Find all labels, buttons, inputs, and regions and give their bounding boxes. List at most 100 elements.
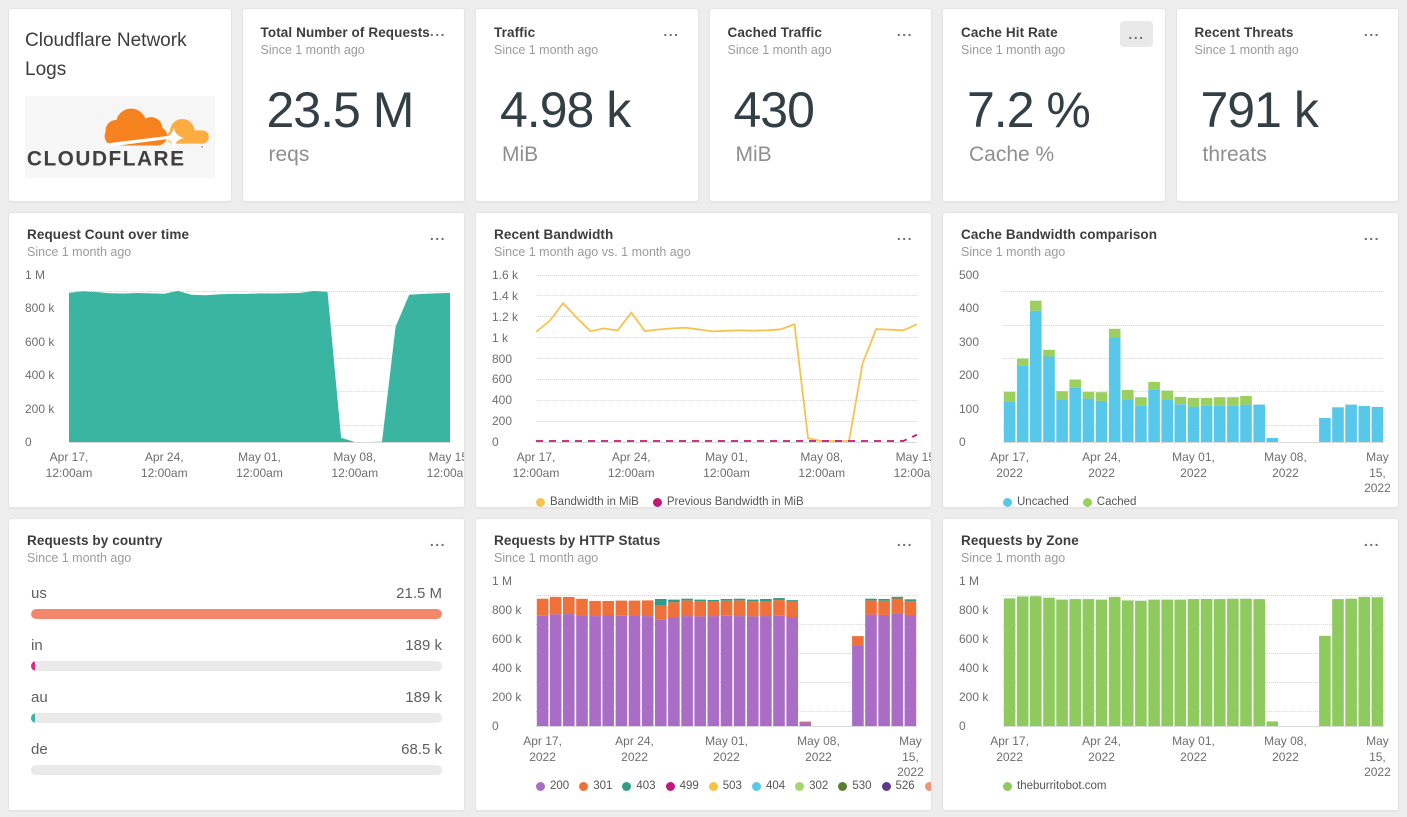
panel-menu-icon[interactable]: ... [657, 21, 685, 41]
legend-item[interactable]: 526 [881, 780, 915, 792]
panel-subtitle: Since 1 month ago vs. 1 month ago [494, 245, 691, 259]
bar-segment [720, 599, 733, 601]
panel-menu-icon[interactable]: ... [1358, 225, 1386, 245]
bar-segment [655, 599, 667, 606]
legend-item[interactable]: Cached [1082, 496, 1137, 508]
panel-menu-icon[interactable]: ... [424, 21, 452, 41]
country-value: 68.5 k [401, 741, 442, 758]
requests-by-http-status-chart[interactable]: 0 200 k 400 k 600 k 800 k1 M Apr 17, 2022 Apr … [490, 574, 924, 779]
y-tick-label: 800 k [25, 301, 55, 316]
bar-segment [707, 599, 720, 602]
panel-subtitle: Since 1 month ago [961, 245, 1066, 259]
legend-item[interactable]: 530 [838, 780, 872, 792]
legend-item[interactable]: 524 [924, 780, 931, 792]
stat-card-traffic: Traffic Since 1 month ago ... 4.98 k MiB [475, 8, 699, 202]
legend-item[interactable]: 200 [536, 780, 569, 792]
panel-menu-icon[interactable]: ... [1358, 21, 1386, 41]
bar-segment [628, 615, 641, 726]
bar-segment [747, 601, 759, 617]
panel-menu-icon[interactable]: ... [1358, 531, 1386, 551]
bar-segment [733, 616, 746, 726]
panel-subtitle: Since 1 month ago [27, 551, 132, 565]
stat-card-recent-threats: Recent Threats Since 1 month ago ... 791… [1175, 8, 1399, 202]
bar-segment [681, 598, 693, 601]
legend-dot-icon [536, 781, 545, 791]
x-tick-label: May 08, 12:00am [331, 450, 379, 480]
panel-title: Cache Bandwidth comparison [961, 227, 1158, 242]
bar-segment [1030, 310, 1042, 442]
dashboard: Cloudflare Network Logs CLOUDFLARE ' Tot… [0, 0, 1407, 817]
brand-card: Cloudflare Network Logs CLOUDFLARE ' [8, 8, 232, 202]
legend-item[interactable]: Previous Bandwidth in MiB [652, 496, 804, 508]
bar-segment [549, 614, 562, 726]
bar-segment [773, 598, 785, 601]
legend-label: Previous Bandwidth in MiB [666, 496, 804, 508]
legend-dot-icon [652, 497, 662, 507]
bar-segment [1200, 405, 1213, 442]
panel-title: Recent Bandwidth [494, 227, 614, 242]
bar-segment [1003, 391, 1016, 402]
legend-item[interactable]: 302 [795, 780, 828, 792]
panel-menu-icon[interactable]: ... [891, 531, 919, 551]
legend-item[interactable]: Uncached [1003, 496, 1069, 507]
country-label: au [31, 689, 48, 706]
panel-menu-icon[interactable]: ... [891, 21, 919, 41]
legend-item[interactable]: theburritobot.com [1003, 780, 1107, 792]
panel-menu-icon[interactable]: ... [891, 225, 919, 245]
bar-segment [536, 615, 549, 726]
legend-dot-icon [1003, 781, 1012, 791]
panel-menu-icon[interactable]: ... [424, 531, 452, 551]
bar-segment [1148, 599, 1160, 726]
bar-segment [865, 600, 877, 615]
legend-item[interactable]: 499 [665, 780, 699, 792]
bar-segment [747, 616, 759, 726]
panel-menu-icon[interactable]: ... [1120, 21, 1153, 47]
bar-segment [1069, 387, 1081, 442]
legend-item[interactable]: 403 [622, 780, 656, 792]
panel-menu-icon[interactable]: ... [424, 225, 452, 245]
stat-card-total-requests: Total Number of Requests Since 1 month a… [241, 8, 465, 202]
legend-dot-icon [881, 781, 891, 791]
request-count-chart[interactable]: 0 200 k 400 k 600 k 800 k1 M Apr 17, 12:00am A… [23, 268, 464, 484]
panel-title: Requests by country [27, 533, 163, 548]
bar-segment [799, 721, 812, 723]
bar-segment [852, 636, 864, 646]
bar-segment [536, 598, 549, 616]
requests-by-country-chart[interactable]: us 21.5 M in 189 k au 189 k de 68.5 k [23, 585, 450, 775]
bar-segment [576, 615, 588, 726]
bar-segment [1135, 600, 1147, 726]
bar-segment [891, 613, 904, 726]
bar-segment [1161, 390, 1173, 400]
stat-unit: MiB [502, 143, 539, 166]
bar-segment [852, 645, 864, 726]
legend-item[interactable]: 404 [751, 780, 785, 792]
legend-item[interactable]: 301 [579, 780, 612, 792]
panel-requests-by-zone: Requests by Zone Since 1 month ago ... 0… [942, 518, 1399, 811]
stat-value: 430 [733, 82, 815, 138]
requests-by-zone-chart[interactable]: 0 200 k 400 k 600 k 800 k1 M Apr 17, 2022 Apr … [957, 574, 1391, 779]
plot-area [1003, 275, 1384, 443]
bar-segment [694, 616, 706, 726]
bar-segment [1043, 356, 1055, 442]
cache-bandwidth-chart[interactable]: 0 100 200 300 400 500 Apr 17, 2022 Apr 24, 2022… [957, 268, 1391, 495]
legend-label: 200 [550, 780, 570, 792]
y-tick-label: 1 M [959, 574, 980, 588]
x-tick-label: May 08, 2022 [1264, 450, 1307, 480]
legend-item[interactable]: Bandwidth in MiB [536, 496, 639, 507]
x-tick-label: Apr 17, 2022 [523, 734, 562, 764]
bar-segment [1253, 404, 1265, 442]
recent-bandwidth-chart[interactable]: 0 200 400 600 800 1 k 1.2 k 1.4 k 1.6 k Apr 17, 1… [490, 268, 931, 484]
x-tick-label: Apr 24, 12:00am [140, 450, 188, 480]
bar-segment [904, 601, 917, 616]
legend-label: Cached [1096, 496, 1137, 508]
y-tick-label: 200 k [959, 690, 989, 704]
y-tick-label: 0 [959, 435, 966, 449]
x-tick-label: Apr 17, 12:00am [512, 450, 560, 480]
bar-segment [563, 597, 575, 615]
stat-value: 4.98 k [500, 82, 631, 138]
legend-item[interactable]: 503 [708, 780, 742, 792]
x-tick-label: Apr 17, 2022 [990, 734, 1029, 764]
panel-title: Request Count over time [27, 227, 190, 242]
country-bar-track [31, 661, 442, 671]
panel-subtitle: Since 1 month ago [961, 551, 1066, 565]
